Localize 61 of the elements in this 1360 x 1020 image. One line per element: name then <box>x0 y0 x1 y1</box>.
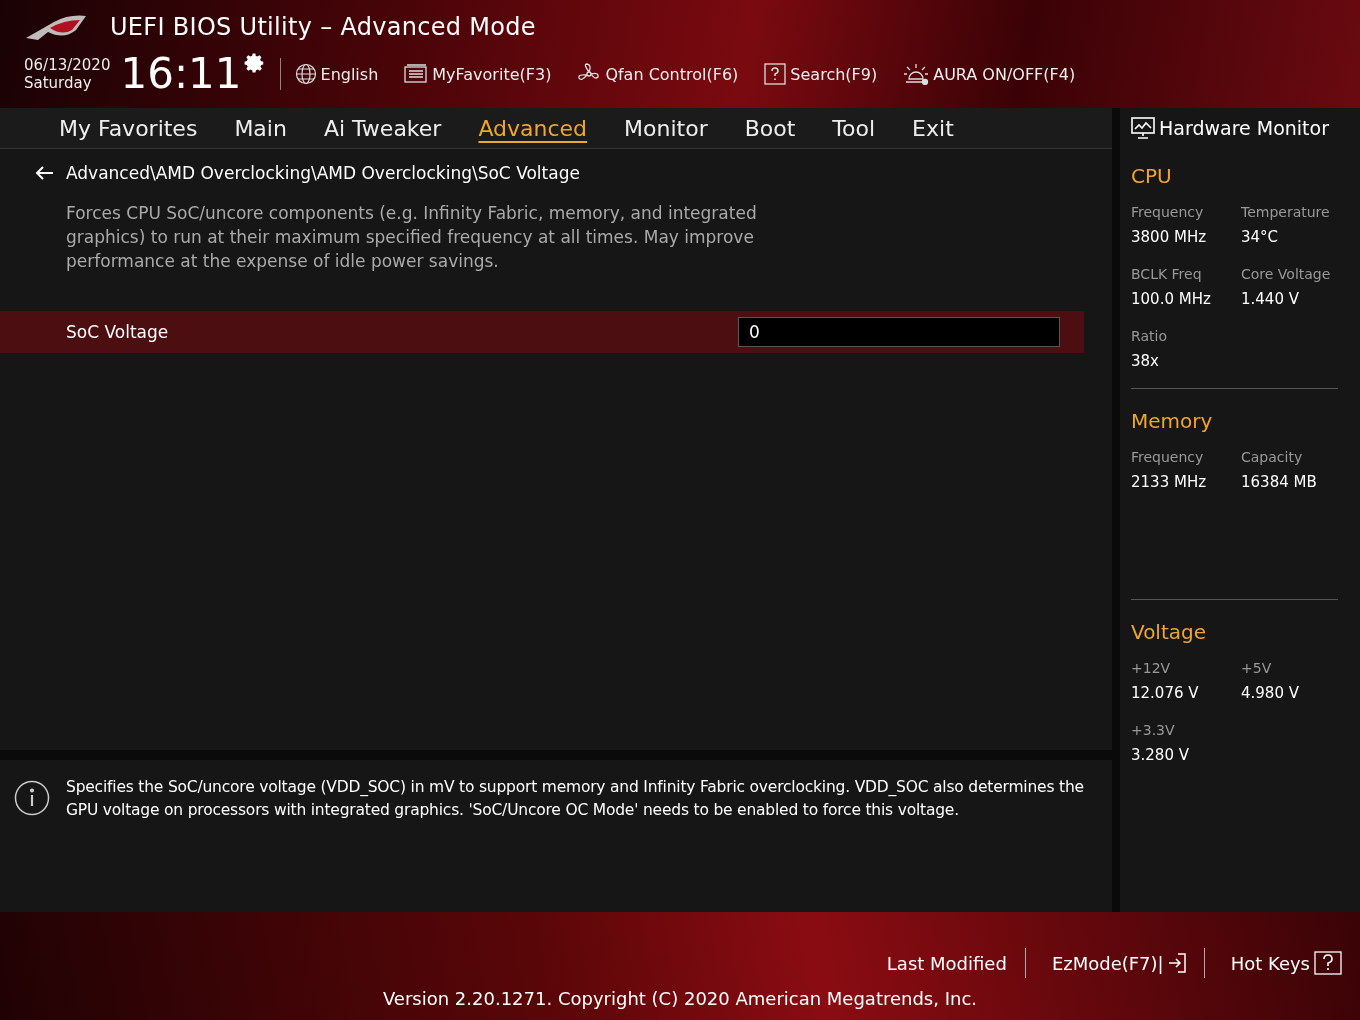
back-arrow-icon[interactable] <box>34 165 54 181</box>
sensor-value: 1.440 V <box>1241 290 1300 308</box>
light-icon <box>903 63 930 85</box>
question-icon <box>1314 951 1342 975</box>
menu-tab[interactable]: Boot <box>729 115 811 141</box>
sensor-label: Temperature <box>1241 204 1331 220</box>
sensor-value: 3.280 V <box>1131 746 1190 764</box>
sensor-label: +3.3V <box>1131 722 1176 738</box>
menu-tab[interactable]: Advanced <box>463 115 603 141</box>
window-title: UEFI BIOS Utility – Advanced Mode <box>110 13 536 41</box>
setting-label: SoC Voltage <box>66 322 170 342</box>
sensor-value: 4.980 V <box>1241 684 1300 702</box>
sensor-label: BCLK Freq <box>1131 266 1203 282</box>
section-title: Voltage <box>1131 620 1208 644</box>
sensor-label: Frequency <box>1131 449 1205 465</box>
sensor-value: 3800 MHz <box>1131 228 1208 246</box>
setting-row[interactable]: SoC Voltage 0 <box>0 311 1084 353</box>
toolbar-button[interactable]: AURA ON/OFF(F4) <box>903 63 1076 85</box>
panel-title: Hardware Monitor <box>1159 117 1329 139</box>
menu-tab[interactable]: Ai Tweaker <box>308 115 457 141</box>
date-text: 06/13/2020 <box>24 56 111 74</box>
sensor-value: 12.076 V <box>1131 684 1200 702</box>
toolbar-button[interactable]: MyFavorite(F3) <box>404 64 552 84</box>
menu-tab[interactable]: Monitor <box>609 115 723 141</box>
sensor-value: 100.0 MHz <box>1131 290 1212 308</box>
version-text: Version 2.20.1271. Copyright (C) 2020 American Megatrends, Inc. <box>382 988 978 1009</box>
settings-icon[interactable] <box>243 52 266 74</box>
footer-button[interactable]: EzMode(F7)| <box>1043 952 1186 974</box>
sensor-label: Core Voltage <box>1241 266 1332 282</box>
sensor-value: 16384 MB <box>1241 473 1318 491</box>
breadcrumb-path: Advanced\AMD Overclocking\AMD Overclocking\SoC Voltage <box>66 163 580 183</box>
menu-tab[interactable]: Exit <box>897 115 969 141</box>
sensor-label: +5V <box>1241 660 1273 676</box>
sensor-label: Frequency <box>1131 204 1205 220</box>
exit-icon <box>1167 953 1186 973</box>
value-input-field[interactable]: 0 <box>738 317 1060 347</box>
description-text: Forces CPU SoC/uncore components (e.g. Infinity Fabric, memory, and integrated graphics) to run at their maximum specified frequency at all times. May improve performance at the expense of idle power savings. <box>66 202 758 273</box>
section-title: CPU <box>1131 164 1173 188</box>
weekday-text: Saturday <box>24 74 93 92</box>
toolbar-button[interactable]: Qfan Control(F6) <box>577 62 739 86</box>
sensor-label: +12V <box>1131 660 1172 676</box>
sensor-value: 38x <box>1131 352 1160 370</box>
info-icon <box>14 780 50 816</box>
globe-icon <box>294 63 317 85</box>
toolbar-button[interactable]: English <box>294 63 379 85</box>
footer-button[interactable]: Last Modified <box>878 952 1007 974</box>
menu-tab[interactable]: Main <box>219 115 302 141</box>
menu-tab[interactable]: Tool <box>817 115 891 141</box>
sensor-value: 34°C <box>1241 228 1280 246</box>
question-icon <box>764 63 787 85</box>
monitor-icon <box>1131 117 1155 139</box>
sensor-label: Ratio <box>1131 328 1168 344</box>
toolbar-button[interactable]: Search(F9) <box>764 63 878 85</box>
section-title: Memory <box>1131 409 1214 433</box>
help-text: Specifies the SoC/uncore voltage (VDD_SOC) in mV to support memory and Infinity Fabric overclocking. VDD_SOC also determines the GPU voltage on processors with integrated graphics. 'SoC/Uncore OC Mode' needs to be enabled to force this voltage. <box>66 777 1085 821</box>
menu-tab[interactable]: My Favorites <box>44 115 213 141</box>
sensor-label: Capacity <box>1241 449 1304 465</box>
clock-time: 16:11 <box>120 52 242 96</box>
footer-button[interactable]: Hot Keys <box>1222 951 1342 975</box>
sensor-value: 2133 MHz <box>1131 473 1208 491</box>
list-icon <box>404 64 429 84</box>
